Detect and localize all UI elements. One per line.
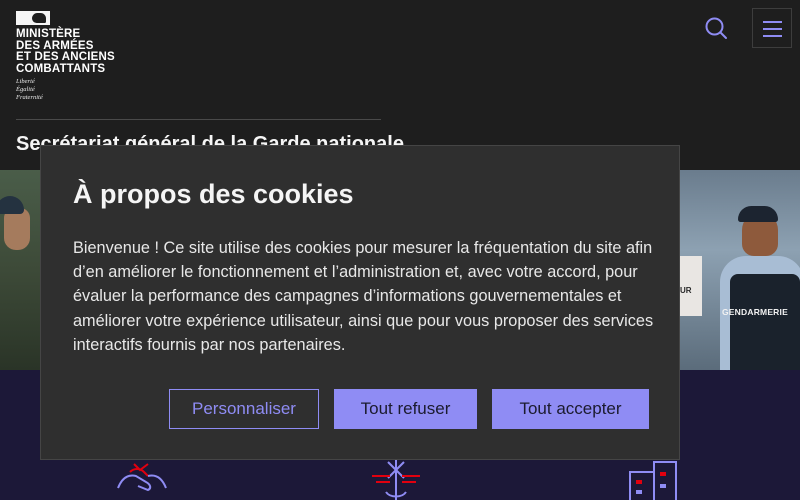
logo-line: MINISTÈRE bbox=[16, 28, 81, 40]
ministry-logo[interactable]: MINISTÈRE DES ARMÉES ET DES ANCIENS COMB… bbox=[16, 11, 136, 102]
marianne-icon bbox=[16, 11, 50, 25]
logo-line: COMBATTANTS bbox=[16, 62, 106, 75]
refuse-all-button[interactable]: Tout refuser bbox=[334, 389, 477, 429]
city-buildings-icon bbox=[629, 461, 677, 500]
logo-line: ET DES ANCIENS bbox=[16, 51, 115, 63]
hamburger-menu-icon bbox=[763, 21, 782, 23]
accept-all-button[interactable]: Tout accepter bbox=[492, 389, 649, 429]
motto-line: Fraternité bbox=[16, 94, 43, 101]
gendarme-photo: UR GENDARMERIE bbox=[680, 170, 800, 370]
logo-ministry-name: MINISTÈRE DES ARMÉES ET DES ANCIENS COMB… bbox=[16, 28, 136, 75]
motto-line: Égalité bbox=[16, 86, 35, 93]
wall-sign-text: UR bbox=[680, 286, 692, 295]
handshake-icon bbox=[117, 463, 167, 492]
customize-button[interactable]: Personnaliser bbox=[169, 389, 319, 429]
republic-motto: Liberté Égalité Fraternité bbox=[16, 78, 136, 102]
search-icon bbox=[705, 17, 727, 39]
cookie-dialog-title: À propos des cookies bbox=[73, 179, 354, 209]
header-divider bbox=[16, 119, 381, 120]
menu-button[interactable] bbox=[752, 8, 792, 48]
hamburger-menu-icon bbox=[763, 35, 782, 37]
cookie-consent-dialog: À propos des cookies Bienvenue ! Ce site… bbox=[40, 145, 680, 460]
motto-line: Liberté bbox=[16, 78, 35, 85]
anchor-wings-icon bbox=[372, 460, 420, 500]
cookie-dialog-text: Bienvenue ! Ce site utilise des cookies … bbox=[73, 239, 654, 354]
hamburger-menu-icon bbox=[763, 28, 782, 30]
search-button[interactable] bbox=[700, 12, 732, 44]
gendarmerie-label: GENDARMERIE bbox=[722, 307, 788, 317]
